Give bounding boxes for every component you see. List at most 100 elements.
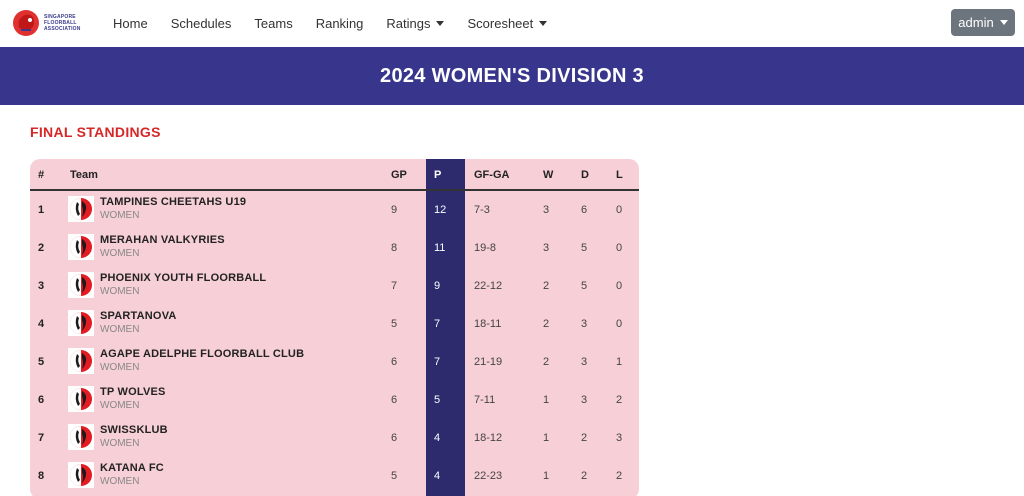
- gfga-cell: 19-8: [474, 242, 497, 254]
- rank-cell: 2: [38, 242, 45, 254]
- losses-cell: 2: [616, 394, 623, 406]
- header-wins: W: [543, 169, 554, 181]
- table-header: # Team GP P GF-GA W D L: [30, 159, 639, 191]
- team-category: WOMEN: [100, 400, 140, 411]
- team-category: WOMEN: [100, 324, 140, 335]
- draws-cell: 3: [581, 318, 588, 330]
- gp-cell: 6: [391, 432, 398, 444]
- draws-cell: 3: [581, 394, 588, 406]
- nav-ratings-dropdown[interactable]: Ratings: [386, 16, 445, 31]
- losses-cell: 2: [616, 470, 623, 482]
- header-team: Team: [70, 169, 98, 181]
- gp-cell: 7: [391, 280, 398, 292]
- sfa-logo[interactable]: SINGAPORE FLOORBALL ASSOCIATION: [11, 7, 89, 39]
- draws-cell: 2: [581, 432, 588, 444]
- rank-cell: 8: [38, 470, 45, 482]
- header-gp: GP: [391, 169, 407, 181]
- caret-down-icon: [539, 20, 548, 26]
- header-rank: #: [38, 169, 45, 181]
- rank-cell: 5: [38, 356, 45, 368]
- nav-schedules[interactable]: Schedules: [171, 16, 232, 31]
- team-name-link[interactable]: AGAPE ADELPHE FLOORBALL CLUB: [100, 348, 304, 360]
- gp-cell: 5: [391, 318, 398, 330]
- team-logo-icon: [68, 462, 94, 488]
- points-cell: 11: [434, 242, 446, 254]
- draws-cell: 5: [581, 280, 588, 292]
- team-logo-icon: [68, 348, 94, 374]
- wins-cell: 1: [543, 394, 550, 406]
- caret-down-icon: [436, 20, 445, 26]
- wins-cell: 2: [543, 280, 550, 292]
- points-cell: 5: [434, 394, 441, 406]
- table-row[interactable]: 8 KATANA FC WOMEN 5 4 22-23 1 2 2: [30, 458, 639, 496]
- rank-cell: 7: [38, 432, 45, 444]
- wins-cell: 1: [543, 432, 550, 444]
- team-name-link[interactable]: MERAHAN VALKYRIES: [100, 234, 225, 246]
- header-gfga: GF-GA: [474, 169, 510, 181]
- draws-cell: 6: [581, 204, 588, 216]
- gp-cell: 9: [391, 204, 398, 216]
- header-draws: D: [581, 169, 589, 181]
- nav-teams[interactable]: Teams: [254, 16, 292, 31]
- losses-cell: 0: [616, 242, 623, 254]
- team-logo-icon: [68, 272, 94, 298]
- losses-cell: 0: [616, 318, 623, 330]
- top-navbar: SINGAPORE FLOORBALL ASSOCIATION Home Sch…: [0, 0, 1024, 46]
- rank-cell: 6: [38, 394, 45, 406]
- rank-cell: 1: [38, 204, 45, 216]
- gfga-cell: 18-12: [474, 432, 503, 444]
- draws-cell: 5: [581, 242, 588, 254]
- team-category: WOMEN: [100, 476, 140, 487]
- gfga-cell: 22-12: [474, 280, 503, 292]
- losses-cell: 0: [616, 280, 623, 292]
- draws-cell: 3: [581, 356, 588, 368]
- losses-cell: 1: [616, 356, 623, 368]
- points-cell: 7: [434, 318, 441, 330]
- losses-cell: 0: [616, 204, 623, 216]
- header-losses: L: [616, 169, 623, 181]
- division-banner: 2024 WOMEN'S DIVISION 3: [0, 47, 1024, 105]
- nav-home[interactable]: Home: [113, 16, 148, 31]
- losses-cell: 3: [616, 432, 623, 444]
- nav-ranking[interactable]: Ranking: [316, 16, 364, 31]
- rank-cell: 4: [38, 318, 45, 330]
- table-row[interactable]: 5 AGAPE ADELPHE FLOORBALL CLUB WOMEN 6 7 21-1…: [30, 344, 639, 382]
- table-row[interactable]: 6 TP WOLVES WOMEN 6 5 7-11 1 3 2: [30, 382, 639, 420]
- logo-text: SINGAPORE FLOORBALL ASSOCIATION: [44, 14, 81, 32]
- gp-cell: 6: [391, 356, 398, 368]
- section-title: FINAL STANDINGS: [30, 124, 161, 140]
- standings-table: # Team GP P GF-GA W D L 1 TAMPINES CHEETA…: [30, 159, 639, 496]
- wins-cell: 2: [543, 318, 550, 330]
- lion-logo-icon: [13, 10, 39, 36]
- nav-scoresheet-dropdown[interactable]: Scoresheet: [467, 16, 548, 31]
- points-cell: 7: [434, 356, 441, 368]
- team-name-link[interactable]: SWISSKLUB: [100, 424, 168, 436]
- gfga-cell: 7-11: [474, 394, 496, 406]
- team-category: WOMEN: [100, 248, 140, 259]
- page-title: 2024 WOMEN'S DIVISION 3: [380, 64, 644, 87]
- table-row[interactable]: 3 PHOENIX YOUTH FLOORBALL WOMEN 7 9 22-12 2 5 0: [30, 268, 639, 306]
- team-name-link[interactable]: PHOENIX YOUTH FLOORBALL: [100, 272, 266, 284]
- wins-cell: 2: [543, 356, 550, 368]
- admin-dropdown-button[interactable]: admin: [951, 9, 1015, 36]
- table-row[interactable]: 7 SWISSKLUB WOMEN 6 4 18-12 1 2 3: [30, 420, 639, 458]
- team-name-link[interactable]: KATANA FC: [100, 462, 164, 474]
- table-row[interactable]: 1 TAMPINES CHEETAHS U19 WOMEN 9 12 7-3 3 6 0: [30, 192, 639, 230]
- table-row[interactable]: 2 MERAHAN VALKYRIES WOMEN 8 11 19-8 3 5 0: [30, 230, 639, 268]
- team-name-link[interactable]: TAMPINES CHEETAHS U19: [100, 196, 246, 208]
- team-category: WOMEN: [100, 286, 140, 297]
- wins-cell: 3: [543, 242, 550, 254]
- gfga-cell: 21-19: [474, 356, 503, 368]
- team-logo-icon: [68, 424, 94, 450]
- nav-menu: Home Schedules Teams Ranking Ratings Sco…: [113, 0, 570, 46]
- team-name-link[interactable]: TP WOLVES: [100, 386, 166, 398]
- gfga-cell: 18-11: [474, 318, 502, 330]
- gp-cell: 8: [391, 242, 398, 254]
- header-points: P: [434, 169, 442, 181]
- points-cell: 4: [434, 432, 441, 444]
- team-name-link[interactable]: SPARTANOVA: [100, 310, 177, 322]
- table-row[interactable]: 4 SPARTANOVA WOMEN 5 7 18-11 2 3 0: [30, 306, 639, 344]
- team-category: WOMEN: [100, 210, 140, 221]
- points-cell: 12: [434, 204, 447, 216]
- team-logo-icon: [68, 234, 94, 260]
